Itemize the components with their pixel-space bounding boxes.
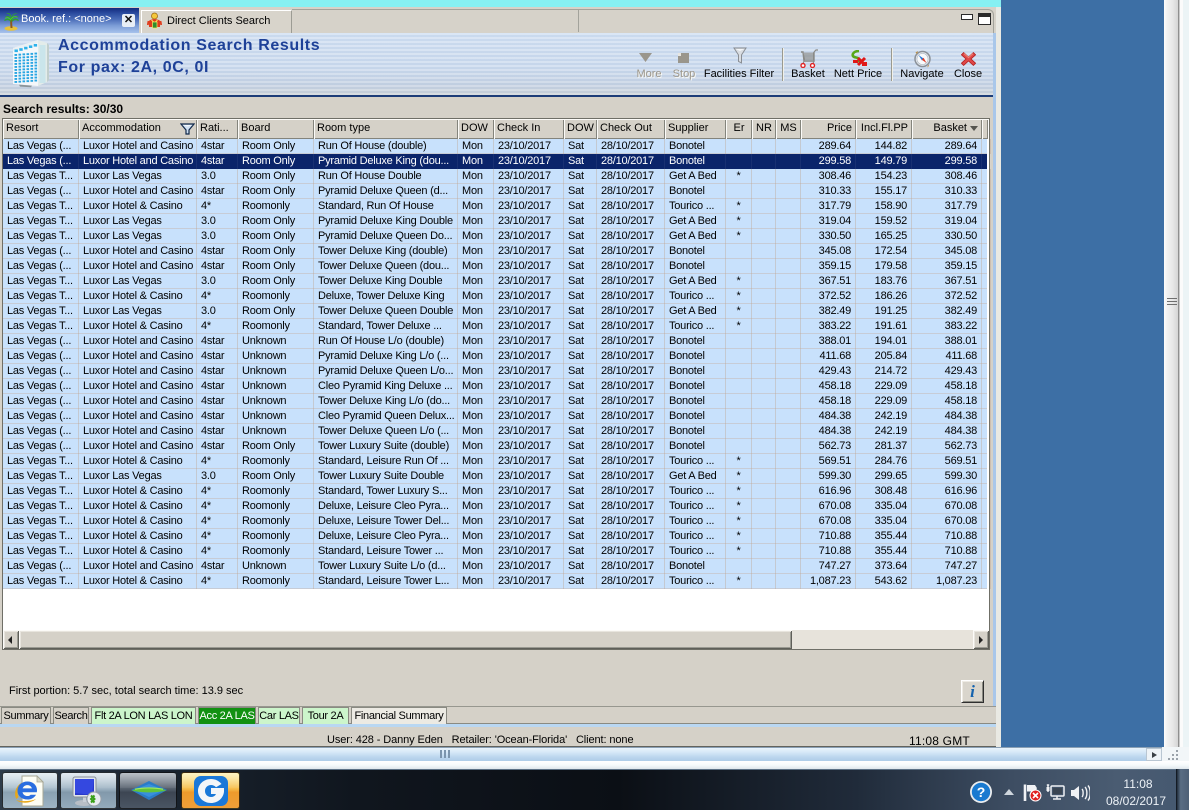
svg-text:?: ? <box>977 784 986 800</box>
